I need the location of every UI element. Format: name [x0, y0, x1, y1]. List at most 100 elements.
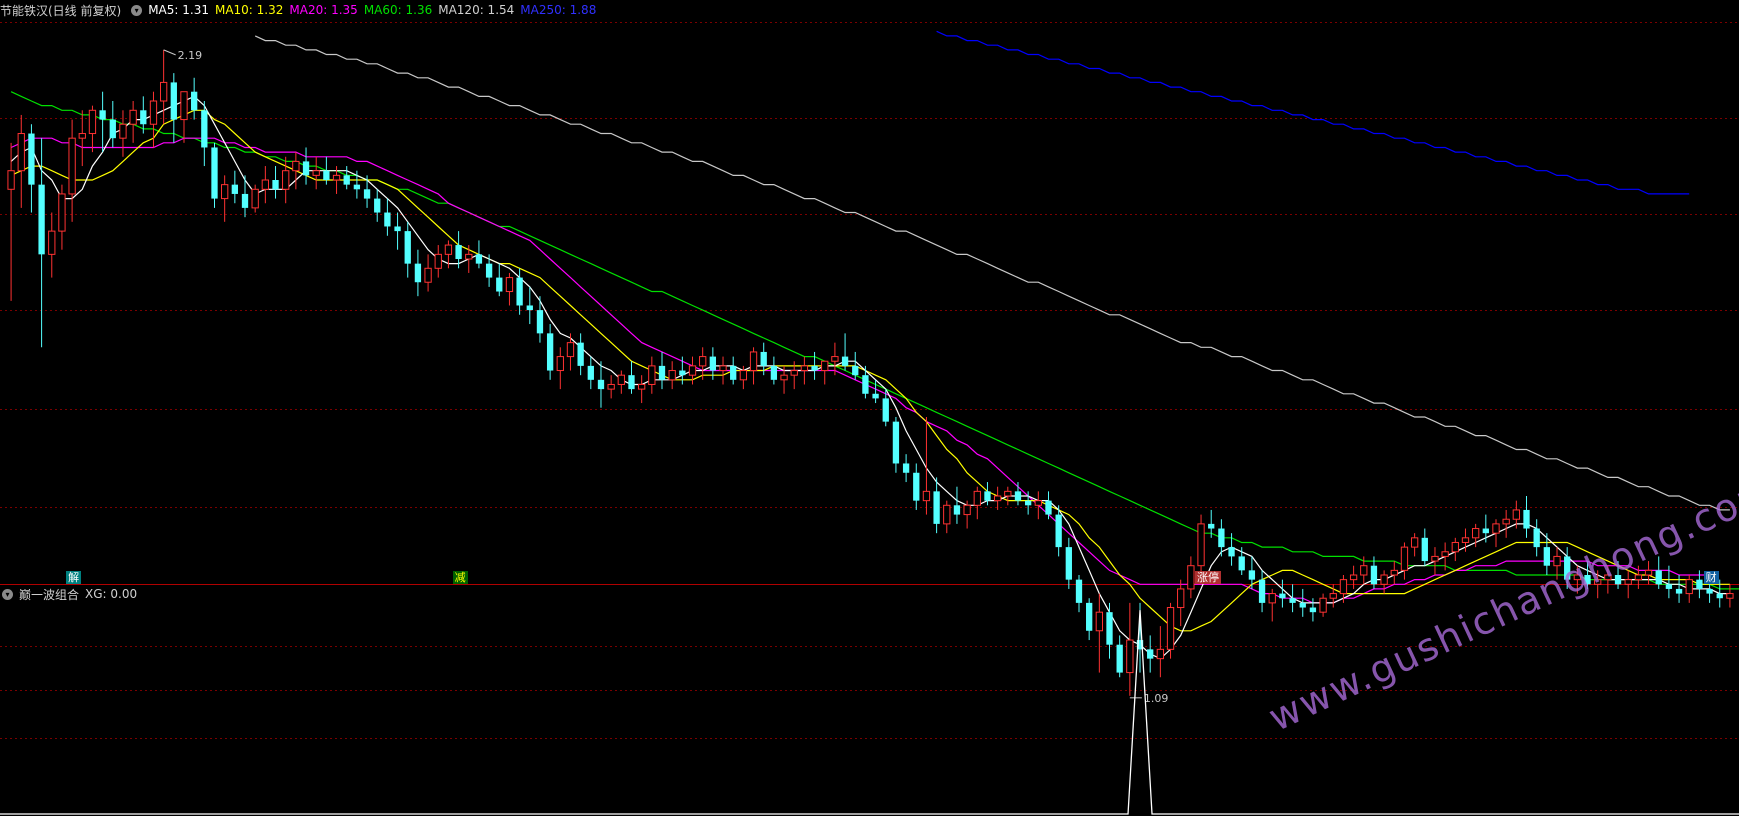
- candle-body: [536, 310, 544, 334]
- candle-body: [1187, 565, 1195, 590]
- event-badge[interactable]: 涨停: [1195, 571, 1222, 584]
- candle-body: [1634, 574, 1643, 581]
- candle-body: [363, 189, 371, 199]
- candle-body: [1258, 579, 1266, 603]
- xg-label: XG: 0.00: [85, 587, 138, 601]
- candle-body: [1502, 518, 1510, 525]
- event-badge[interactable]: 减: [452, 571, 468, 584]
- candle-body: [1655, 570, 1662, 585]
- candle-body: [465, 253, 473, 260]
- candle-body: [1339, 579, 1348, 595]
- candle-body: [1431, 555, 1439, 562]
- candle-body: [1441, 551, 1449, 557]
- candle-body: [993, 495, 1002, 502]
- low-price-label: 1.09: [1144, 692, 1169, 705]
- main-price-panel[interactable]: 2.19 1.09: [0, 0, 1739, 816]
- candle-body: [496, 277, 503, 292]
- candle-body: [159, 81, 168, 102]
- candle-body: [617, 374, 625, 385]
- candle-body: [323, 170, 330, 180]
- ma120-label: MA120: 1.54: [438, 3, 515, 17]
- candle-body: [913, 472, 920, 501]
- candle-body: [1421, 537, 1428, 562]
- candle-body: [841, 356, 849, 366]
- candle-body: [68, 137, 76, 195]
- ma120-line: [254, 35, 1730, 511]
- candle-body: [1675, 588, 1683, 594]
- candle-body: [638, 383, 646, 390]
- candle-body: [414, 263, 422, 283]
- candle-body: [1543, 547, 1550, 566]
- chevron-down-icon[interactable]: ▾: [2, 588, 13, 600]
- candle-body: [648, 365, 656, 385]
- candle-body: [1106, 612, 1113, 645]
- candle-body: [597, 379, 605, 390]
- candle-body: [1045, 500, 1052, 515]
- candle-body: [1055, 514, 1062, 548]
- candle-body: [272, 180, 279, 190]
- candle-body: [790, 370, 798, 376]
- high-price-label: 2.19: [178, 49, 203, 62]
- ma20-label: MA20: 1.35: [289, 3, 358, 17]
- candle-body: [1197, 523, 1205, 567]
- high-marker: [163, 49, 176, 56]
- candle-body: [119, 123, 127, 139]
- candle-body: [7, 170, 15, 190]
- candle-body: [1370, 565, 1378, 585]
- ma250-line: [936, 30, 1690, 195]
- candle-body: [231, 184, 238, 194]
- candle-body: [1279, 593, 1286, 599]
- candle-body: [526, 305, 533, 311]
- candle-body: [1726, 593, 1734, 599]
- candle-body: [577, 342, 584, 366]
- candle-body: [902, 463, 910, 473]
- candle-body: [658, 365, 666, 380]
- candle-body: [1624, 579, 1632, 585]
- candle-body: [811, 365, 818, 371]
- candle-body: [862, 375, 869, 394]
- candle-body: [730, 365, 737, 380]
- candle-body: [1319, 597, 1327, 613]
- candle-body: [892, 421, 900, 464]
- candle-body: [882, 398, 889, 422]
- candle-body: [872, 393, 879, 399]
- candle-body: [99, 110, 106, 120]
- candle-body: [332, 174, 341, 181]
- candle-body: [374, 198, 381, 213]
- candle-body: [1299, 602, 1306, 608]
- candle-body: [516, 277, 523, 306]
- candle-body: [312, 170, 320, 176]
- candle-body: [211, 147, 218, 199]
- candle-body: [404, 231, 411, 264]
- candle-body: [831, 356, 839, 362]
- candle-body: [668, 370, 676, 381]
- candle-body: [1360, 565, 1368, 576]
- candle-body: [1075, 579, 1083, 603]
- candle-body: [221, 184, 229, 200]
- candle-body: [1390, 569, 1398, 576]
- candle-body: [1218, 528, 1225, 548]
- candle-body: [28, 133, 35, 185]
- stock-chart: 2.19 1.09 节能铁汉(日线 前复权) ▾ MA5: 1.31 MA10: …: [0, 0, 1739, 816]
- candle-body: [607, 383, 615, 390]
- candle-body: [58, 193, 66, 232]
- candle-body: [485, 263, 493, 278]
- candle-body: [628, 375, 635, 390]
- candle-body: [1471, 528, 1480, 539]
- candle-body: [394, 226, 401, 232]
- candle-body: [1116, 644, 1123, 673]
- ma5-label: MA5: 1.31: [148, 3, 209, 17]
- event-badge[interactable]: 财: [1703, 571, 1719, 584]
- candle-body: [963, 504, 971, 516]
- candle-body: [1410, 537, 1419, 548]
- candle-body: [1065, 547, 1072, 580]
- event-badge[interactable]: 解: [66, 571, 82, 584]
- sub-panel-header: ▾ 巅一波组合 XG: 0.00: [0, 584, 143, 604]
- candle-body: [1024, 500, 1032, 506]
- candle-body: [953, 505, 961, 515]
- candle-body: [241, 193, 249, 208]
- candle-body: [719, 365, 727, 372]
- candle-body: [1095, 611, 1103, 632]
- chevron-down-icon[interactable]: ▾: [131, 4, 143, 16]
- candle-body: [1492, 523, 1500, 534]
